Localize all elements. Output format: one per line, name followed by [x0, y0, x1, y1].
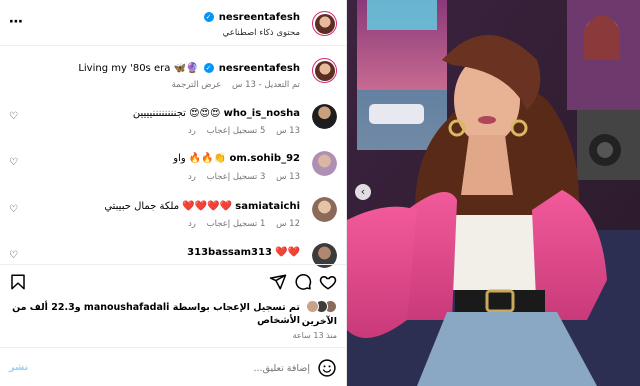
comment-username[interactable]: om.sohib_92	[229, 153, 300, 164]
comment-text: ملكة جمال حبيبتي ❤️❤️❤️❤️	[104, 201, 233, 212]
comments-panel: ✓ nesreentafesh محتوى ذكاء اصطناعي ⋯ Liv…	[0, 0, 347, 386]
comment-username[interactable]: samiataichi	[235, 201, 300, 212]
comment-input[interactable]	[60, 358, 310, 378]
likes-line-2[interactable]: الآخرين	[302, 316, 337, 327]
reply-button[interactable]: رد	[188, 126, 196, 136]
comment-time[interactable]: 13 س	[276, 126, 300, 136]
verified-icon: ✓	[203, 63, 214, 73]
author-avatar[interactable]	[312, 11, 337, 36]
comment-row: 313bassam313 ❤️❤️	[187, 247, 300, 258]
caption-text: Living my '80s era 🦋🔮	[78, 63, 199, 74]
comment-text: تجننننننننيييين 😍😍😍	[132, 108, 221, 119]
comment-meta: 13 س 5 تسجيل إعجاب رد	[188, 126, 300, 136]
commenter-avatar[interactable]	[312, 197, 337, 222]
comment-username[interactable]: 313bassam313	[187, 247, 272, 258]
actions-divider	[0, 264, 346, 265]
share-icon[interactable]	[269, 273, 287, 295]
comment-text: واو 🔥🔥👏	[173, 153, 227, 164]
emoji-icon[interactable]	[317, 358, 337, 378]
author-username-row: ✓ nesreentafesh	[202, 12, 300, 23]
post-image[interactable]: ‹	[347, 0, 640, 386]
edited-label: تم التعديل	[264, 80, 300, 90]
bookmark-icon[interactable]	[9, 273, 27, 295]
like-comment-icon[interactable]: ♡	[9, 204, 18, 215]
comment-time[interactable]: 12 س	[276, 219, 300, 229]
likes-line-1[interactable]: تم تسجيل الإعجاب بواسطة manoushafadali و…	[12, 302, 300, 326]
reply-button[interactable]: رد	[188, 219, 196, 229]
comment-row: تجننننننننيييين 😍😍😍 who_is_nosha	[133, 108, 300, 119]
comment-row: واو 🔥🔥👏 om.sohib_92	[173, 153, 300, 164]
composer-divider	[0, 347, 346, 348]
comment-icon[interactable]	[294, 273, 312, 295]
verified-icon: ✓	[203, 12, 214, 22]
caption-row: Living my '80s era 🦋🔮 ✓ nesreentafesh	[78, 63, 300, 74]
comment-likes[interactable]: 5 تسجيل إعجاب	[207, 126, 266, 136]
post-comment-button[interactable]: نشر	[9, 362, 28, 373]
caption-time[interactable]: 13 س	[232, 80, 256, 90]
instagram-post-dialog: ✓ nesreentafesh محتوى ذكاء اصطناعي ⋯ Liv…	[0, 0, 640, 386]
like-comment-icon[interactable]: ♡	[9, 157, 18, 168]
comment-likes[interactable]: 3 تسجيل إعجاب	[207, 172, 266, 182]
comment-text: ❤️❤️	[275, 247, 300, 258]
likes-summary[interactable]: تم تسجيل الإعجاب بواسطة manoushafadali و…	[8, 301, 300, 327]
see-translation-link[interactable]: عرض الترجمة	[172, 80, 222, 90]
liker-avatars[interactable]	[301, 300, 337, 314]
caption-avatar[interactable]	[312, 58, 337, 83]
commenter-avatar[interactable]	[312, 104, 337, 129]
reply-button[interactable]: رد	[188, 172, 196, 182]
comment-meta: 12 س 1 تسجيل إعجاب رد	[188, 219, 300, 229]
comment-row: ملكة جمال حبيبتي ❤️❤️❤️❤️ samiataichi	[104, 201, 300, 212]
more-options-icon[interactable]: ⋯	[9, 14, 24, 30]
carousel-prev-button[interactable]: ‹	[355, 184, 371, 200]
comment-meta: 13 س 3 تسجيل إعجاب رد	[188, 172, 300, 182]
post-timestamp[interactable]: منذ 13 ساعة	[293, 331, 337, 340]
comment-likes[interactable]: 1 تسجيل إعجاب	[207, 219, 266, 229]
caption-username[interactable]: nesreentafesh	[219, 63, 300, 74]
comment-username[interactable]: who_is_nosha	[224, 108, 300, 119]
author-username[interactable]: nesreentafesh	[219, 12, 300, 23]
commenter-avatar[interactable]	[312, 151, 337, 176]
post-photo	[347, 0, 640, 386]
ai-content-label[interactable]: محتوى ذكاء اصطناعي	[223, 28, 300, 38]
like-comment-icon[interactable]: ♡	[9, 250, 18, 261]
header-divider	[0, 45, 346, 46]
like-post-icon[interactable]	[319, 273, 337, 295]
like-comment-icon[interactable]: ♡	[9, 111, 18, 122]
comment-time[interactable]: 13 س	[276, 172, 300, 182]
caption-meta: تم التعديل - 13 س عرض الترجمة	[171, 80, 300, 90]
